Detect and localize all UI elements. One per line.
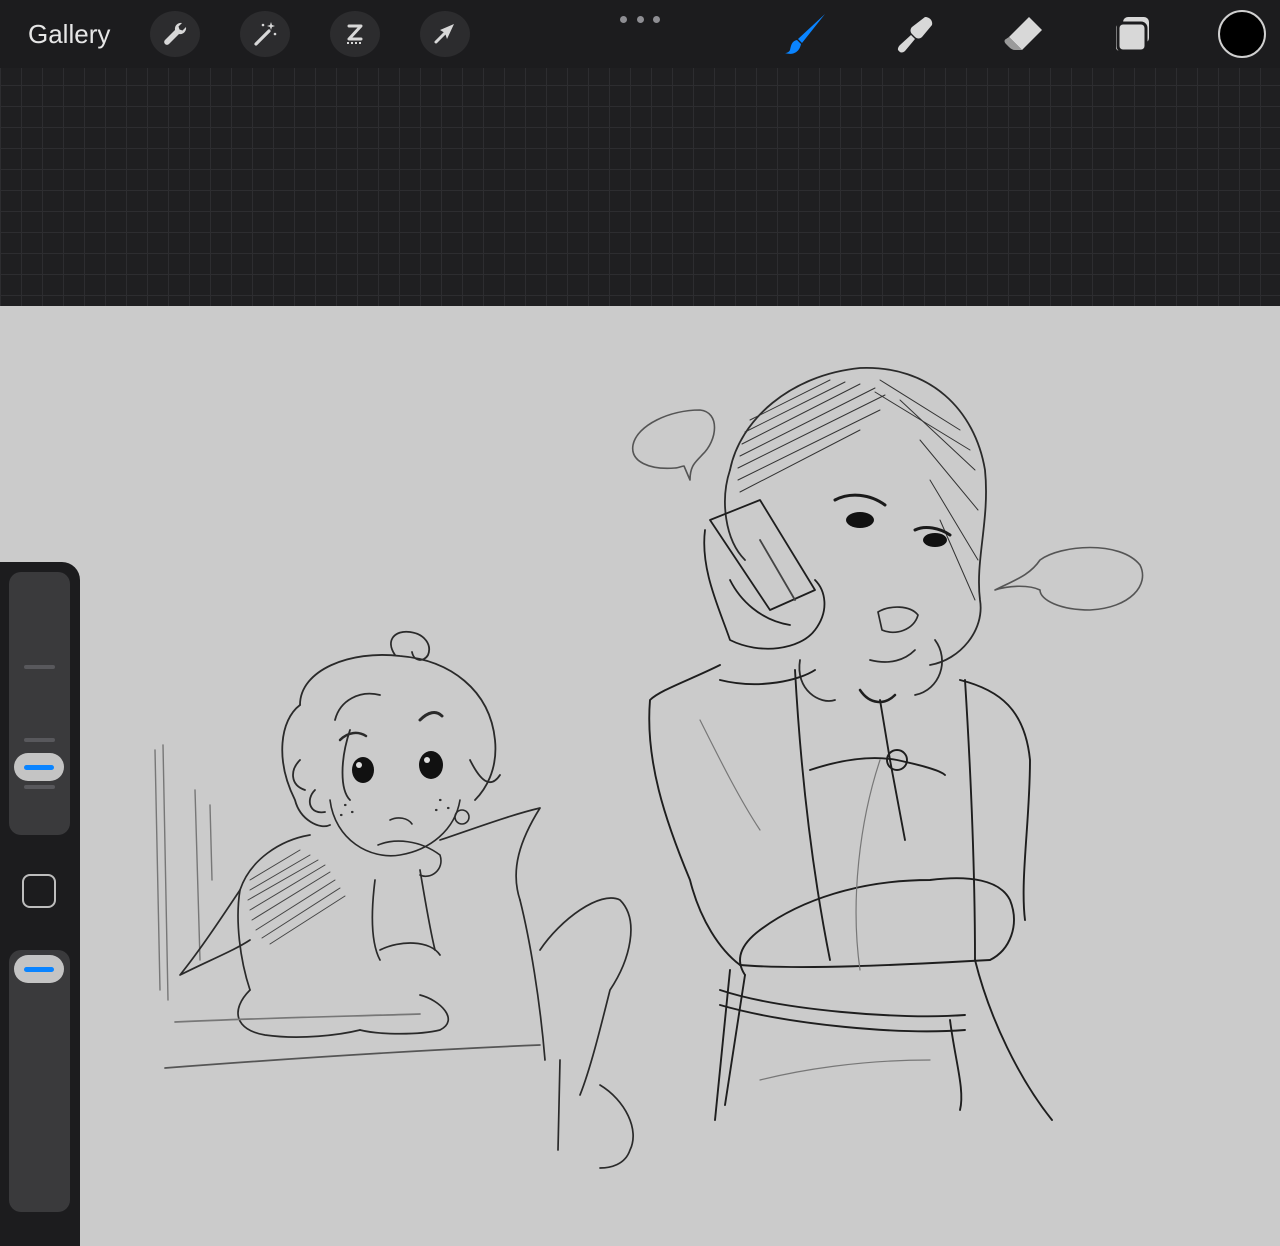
transform-button[interactable]	[420, 11, 470, 57]
slider-tick	[24, 665, 55, 669]
top-toolbar: Gallery	[0, 0, 1280, 68]
eye-tall-right	[923, 533, 947, 547]
magic-wand-icon	[254, 22, 277, 46]
eye-left	[352, 757, 374, 783]
selection-icon	[347, 24, 363, 44]
adjustments-button[interactable]	[240, 11, 290, 57]
modify-button[interactable]	[22, 874, 56, 908]
actions-button[interactable]	[150, 11, 200, 57]
thumb-indicator	[24, 764, 54, 770]
eraser-icon	[1004, 17, 1042, 50]
eye-right	[419, 751, 443, 779]
speech-bubble-left	[632, 409, 716, 481]
sketch-artwork	[154, 367, 1144, 1169]
slider-tick	[24, 785, 55, 789]
procreate-app: Gallery	[0, 0, 1280, 1246]
brush-size-slider[interactable]	[9, 572, 70, 835]
brush-icon	[785, 14, 825, 54]
thumb-indicator	[24, 966, 54, 972]
eye-tall-left	[846, 512, 874, 528]
wrench-icon	[164, 22, 187, 45]
workspace-grid	[0, 68, 1280, 306]
opacity-slider[interactable]	[9, 950, 70, 1212]
dot-icon	[653, 15, 660, 23]
gallery-button[interactable]: Gallery	[28, 18, 110, 50]
color-picker-button[interactable]	[1218, 10, 1266, 58]
speech-bubble-right	[994, 546, 1144, 611]
selection-button[interactable]	[330, 11, 380, 57]
smudge-button[interactable]	[891, 10, 939, 58]
opacity-thumb[interactable]	[14, 955, 64, 983]
left-sidebar	[0, 562, 80, 1246]
erase-button[interactable]	[1000, 10, 1048, 58]
layers-button[interactable]	[1109, 10, 1157, 58]
smudge-icon	[897, 17, 933, 53]
more-options-button[interactable]	[620, 12, 660, 26]
dot-icon	[620, 15, 627, 23]
dot-icon	[636, 15, 644, 23]
brush-size-thumb[interactable]	[14, 753, 64, 781]
paint-button[interactable]	[782, 10, 830, 58]
transform-arrow-icon	[434, 24, 454, 44]
slider-tick	[24, 738, 55, 742]
layers-icon	[1116, 17, 1149, 53]
drawing-canvas[interactable]	[0, 306, 1280, 1246]
